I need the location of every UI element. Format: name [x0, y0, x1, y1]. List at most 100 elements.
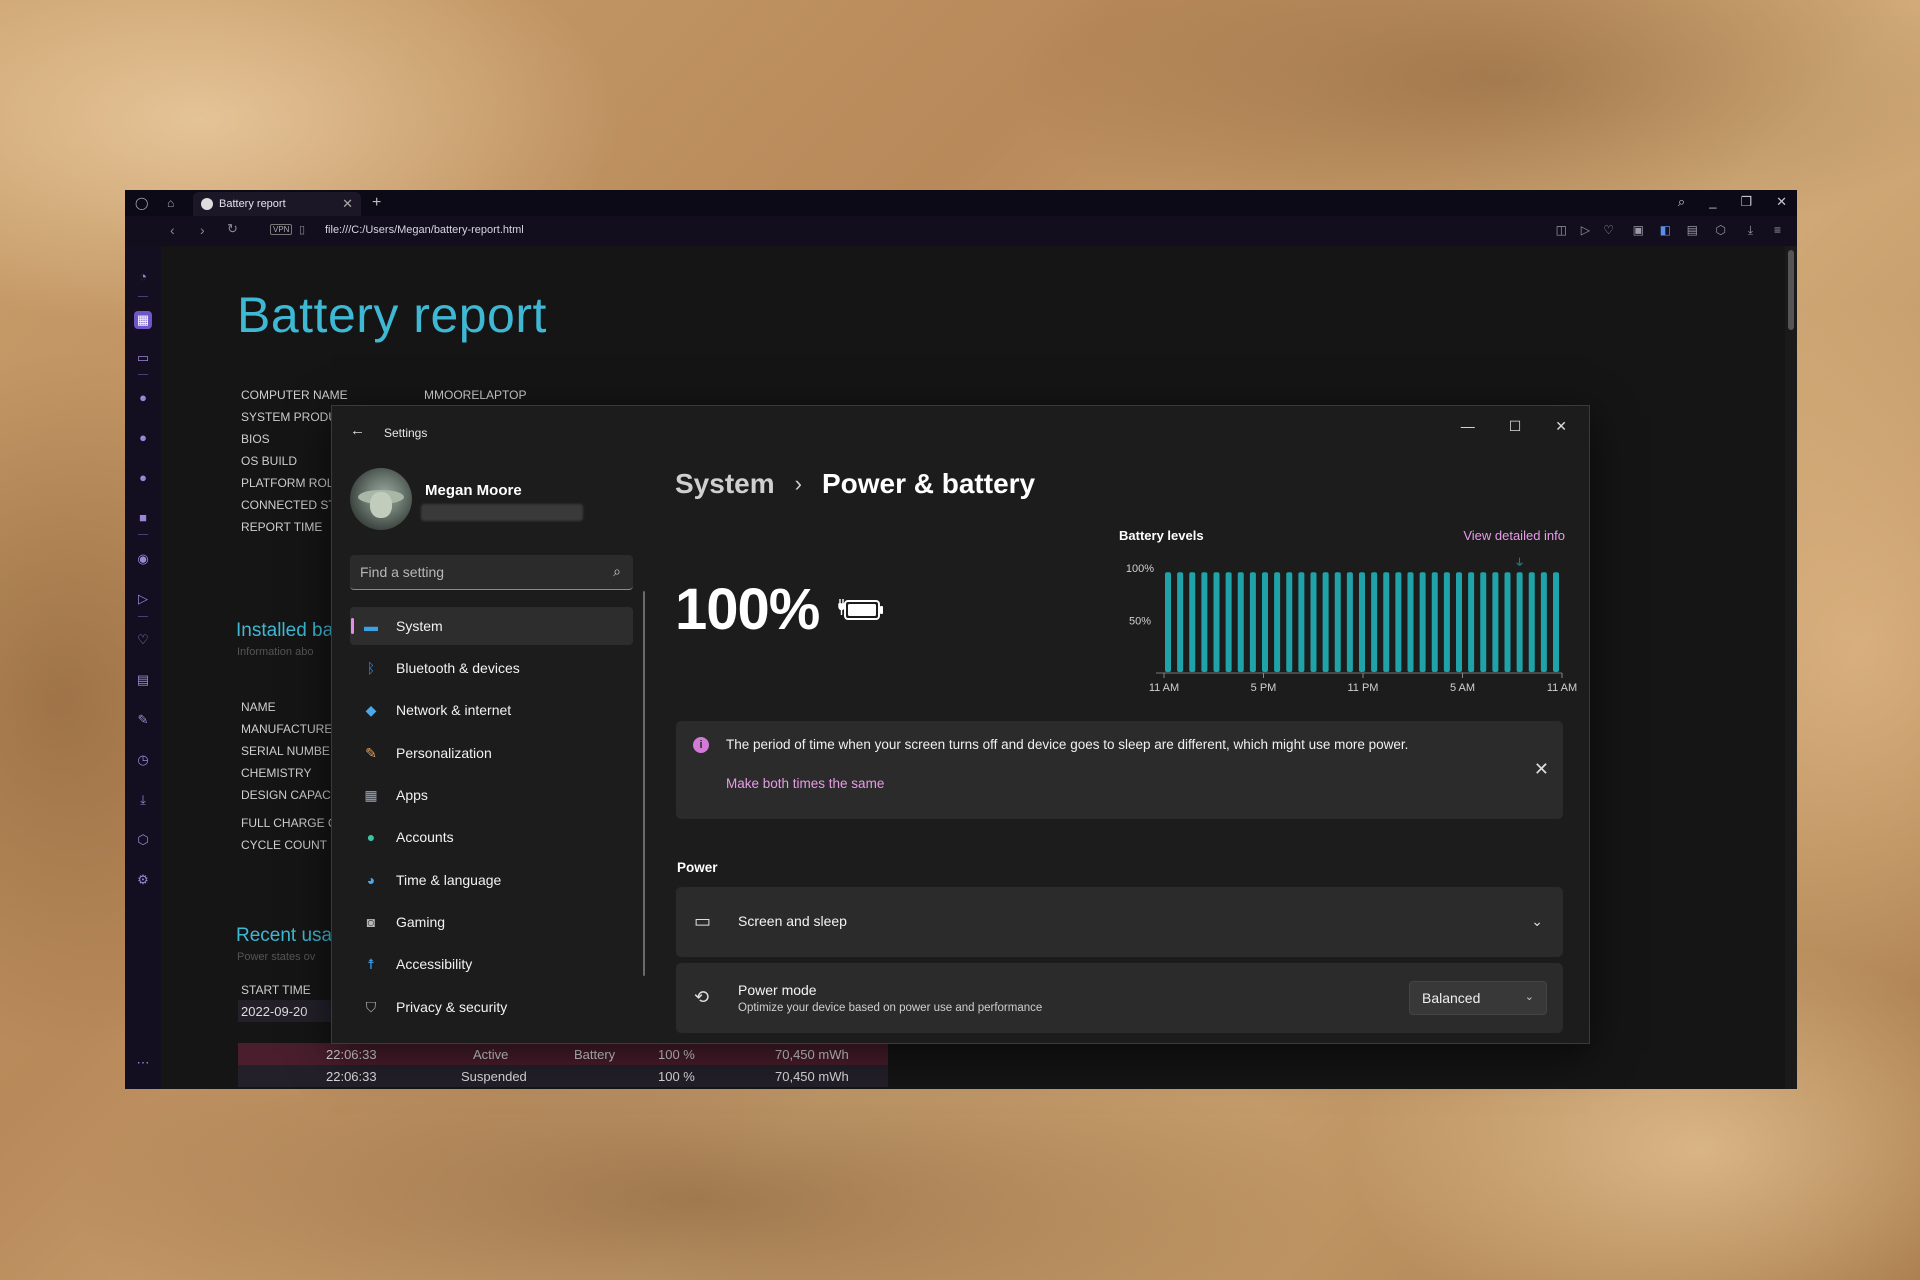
table-row: 2022-09-20 [238, 1000, 338, 1022]
power-mode-select[interactable]: Balanced ⌄ [1409, 981, 1547, 1015]
speed-dial-icon[interactable]: ◔ [134, 268, 152, 286]
battery-level-bar [1371, 572, 1378, 672]
page-title: Power & battery [821, 468, 1036, 499]
browser-tab-bar: ◯ ⌂ Battery report ✕ + ⌕ _ ❐ ✕ [125, 190, 1797, 216]
sidebar-item-time-language[interactable]: ◕ Time & language [350, 861, 633, 899]
sidebar-item-label: Privacy & security [396, 999, 508, 1015]
battery-level-bar [1480, 572, 1487, 672]
messenger-icon[interactable]: ● [134, 389, 152, 407]
workspaces-icon[interactable]: ▦ [134, 311, 152, 329]
view-detailed-info-link[interactable]: View detailed info [1463, 528, 1565, 543]
battery-percentage: 100% [675, 577, 820, 642]
installed-batteries-sub: Information abo [237, 646, 314, 658]
forward-icon[interactable]: › [200, 222, 205, 238]
back-icon[interactable]: ‹ [170, 222, 175, 238]
computer-name-value: MMOORELAPTOP [424, 388, 527, 402]
battery-level-bar [1322, 572, 1329, 672]
close-icon[interactable]: ✕ [1776, 194, 1787, 210]
screen-and-sleep-card[interactable]: ▭ Screen and sleep ⌄ [676, 887, 1563, 957]
search-input[interactable]: Find a setting ⌕ [350, 555, 633, 590]
report-label: SERIAL NUMBE [241, 744, 330, 758]
notes-icon[interactable]: ✎ [134, 711, 152, 729]
minimize-icon[interactable]: _ [1709, 194, 1716, 210]
report-label: COMPUTER NAME [241, 388, 348, 402]
report-label: OS BUILD [241, 454, 298, 468]
settings-window-controls: — ☐ ✕ [1461, 418, 1567, 435]
search-placeholder: Find a setting [360, 564, 445, 580]
history-icon[interactable]: ◷ [134, 751, 152, 769]
chevron-down-icon[interactable]: ⌄ [1531, 913, 1543, 930]
battery-level-bar [1310, 572, 1317, 672]
cube-icon[interactable]: ⬡ [1716, 223, 1726, 237]
x-tick-label: 5 PM [1251, 682, 1277, 694]
close-icon[interactable]: ✕ [1555, 418, 1567, 435]
settings-gear-icon[interactable]: ⚙ [134, 871, 152, 889]
sidebar-item-system[interactable]: ▬ System [350, 607, 633, 645]
vpn-badge[interactable]: VPN [270, 224, 293, 235]
tab-close-icon[interactable]: ✕ [342, 196, 353, 212]
minimize-icon[interactable]: — [1461, 418, 1475, 435]
extensions-icon[interactable]: ⬡ [134, 831, 152, 849]
tab-battery-report[interactable]: Battery report ✕ [193, 192, 361, 216]
new-tab-button[interactable]: + [372, 194, 381, 212]
battery-level-bar [1443, 572, 1450, 672]
back-arrow-icon[interactable]: ← [350, 422, 365, 439]
extension-icon[interactable]: ▣ [1633, 223, 1644, 237]
search-tabs-icon[interactable]: ⌕ [1678, 194, 1685, 210]
battery-level-bar [1540, 572, 1547, 672]
player-icon[interactable]: ◉ [134, 550, 152, 568]
menu-icon[interactable]: ≡ [1774, 223, 1781, 237]
sidebar-item-accessibility[interactable]: ☨ Accessibility [350, 945, 633, 983]
send-icon[interactable]: ▷ [1581, 223, 1590, 237]
sidebar-item-bluetooth[interactable]: ᛒ Bluetooth & devices [350, 649, 633, 687]
downloads-icon[interactable]: ⤓ [134, 791, 152, 809]
avatar[interactable] [350, 468, 412, 530]
globe-icon [201, 198, 213, 210]
wallet-icon[interactable]: ▤ [1687, 223, 1698, 237]
info-icon: i [693, 737, 709, 753]
sidebar-item-gaming[interactable]: ◙ Gaming [350, 903, 633, 941]
sidebar-item-network[interactable]: ◆ Network & internet [350, 691, 633, 729]
discord-icon[interactable]: ■ [134, 509, 152, 527]
start-date: 2022-09-20 [241, 1003, 308, 1019]
gaming-icon[interactable]: ▭ [134, 349, 152, 367]
reload-icon[interactable]: ↻ [227, 221, 238, 237]
whatsapp-icon[interactable]: ● [134, 429, 152, 447]
browser-logo-icon[interactable]: ◯ [135, 196, 148, 210]
nav-scrollbar[interactable] [643, 591, 645, 976]
translate-icon[interactable]: ◧ [1660, 223, 1671, 237]
camera-icon[interactable]: ◫ [1556, 223, 1567, 237]
make-times-same-link[interactable]: Make both times the same [726, 776, 884, 791]
maximize-icon[interactable]: ☐ [1509, 418, 1522, 435]
battery-level-bar [1431, 572, 1438, 672]
battery-charging-icon [838, 599, 883, 620]
favorites-icon[interactable]: ♡ [134, 631, 152, 649]
accessibility-icon: ☨ [367, 956, 375, 972]
chart-title: Battery levels [1119, 528, 1204, 543]
download-icon[interactable]: ⤓ [1748, 223, 1753, 238]
breadcrumb-parent[interactable]: System [675, 468, 775, 500]
recent-usage-sub: Power states ov [237, 951, 316, 963]
table-row: 22:06:33 Suspended 100 % 70,450 mWh [238, 1065, 888, 1087]
search-icon[interactable]: ⌕ [613, 563, 621, 580]
sidebar-item-accounts[interactable]: ● Accounts [350, 818, 633, 856]
scrollbar-thumb[interactable] [1788, 250, 1794, 330]
restore-icon[interactable]: ❐ [1740, 194, 1752, 210]
sidebar-item-personalization[interactable]: ✎ Personalization [350, 734, 633, 772]
news-icon[interactable]: ▤ [134, 671, 152, 689]
url-field[interactable]: file:///C:/Users/Megan/battery-report.ht… [325, 224, 524, 236]
battery-level-bar [1553, 572, 1559, 672]
page-scrollbar[interactable] [1785, 246, 1797, 1089]
report-label: DESIGN CAPAC [241, 788, 331, 802]
dismiss-icon[interactable]: ✕ [1534, 759, 1549, 780]
sidebar-divider [138, 296, 148, 297]
sidebar-item-privacy-security[interactable]: ⛉ Privacy & security [350, 988, 633, 1026]
sidebar-divider [138, 534, 148, 535]
sidebar-item-apps[interactable]: ▦ Apps [350, 776, 633, 814]
flow-icon[interactable]: ▷ [134, 590, 152, 608]
telegram-icon[interactable]: ● [134, 469, 152, 487]
report-label: CHEMISTRY [241, 766, 312, 780]
heart-icon[interactable]: ♡ [1603, 223, 1614, 237]
more-icon[interactable]: ⋯ [134, 1054, 152, 1072]
game-controller-icon[interactable]: ⌂ [167, 196, 174, 210]
